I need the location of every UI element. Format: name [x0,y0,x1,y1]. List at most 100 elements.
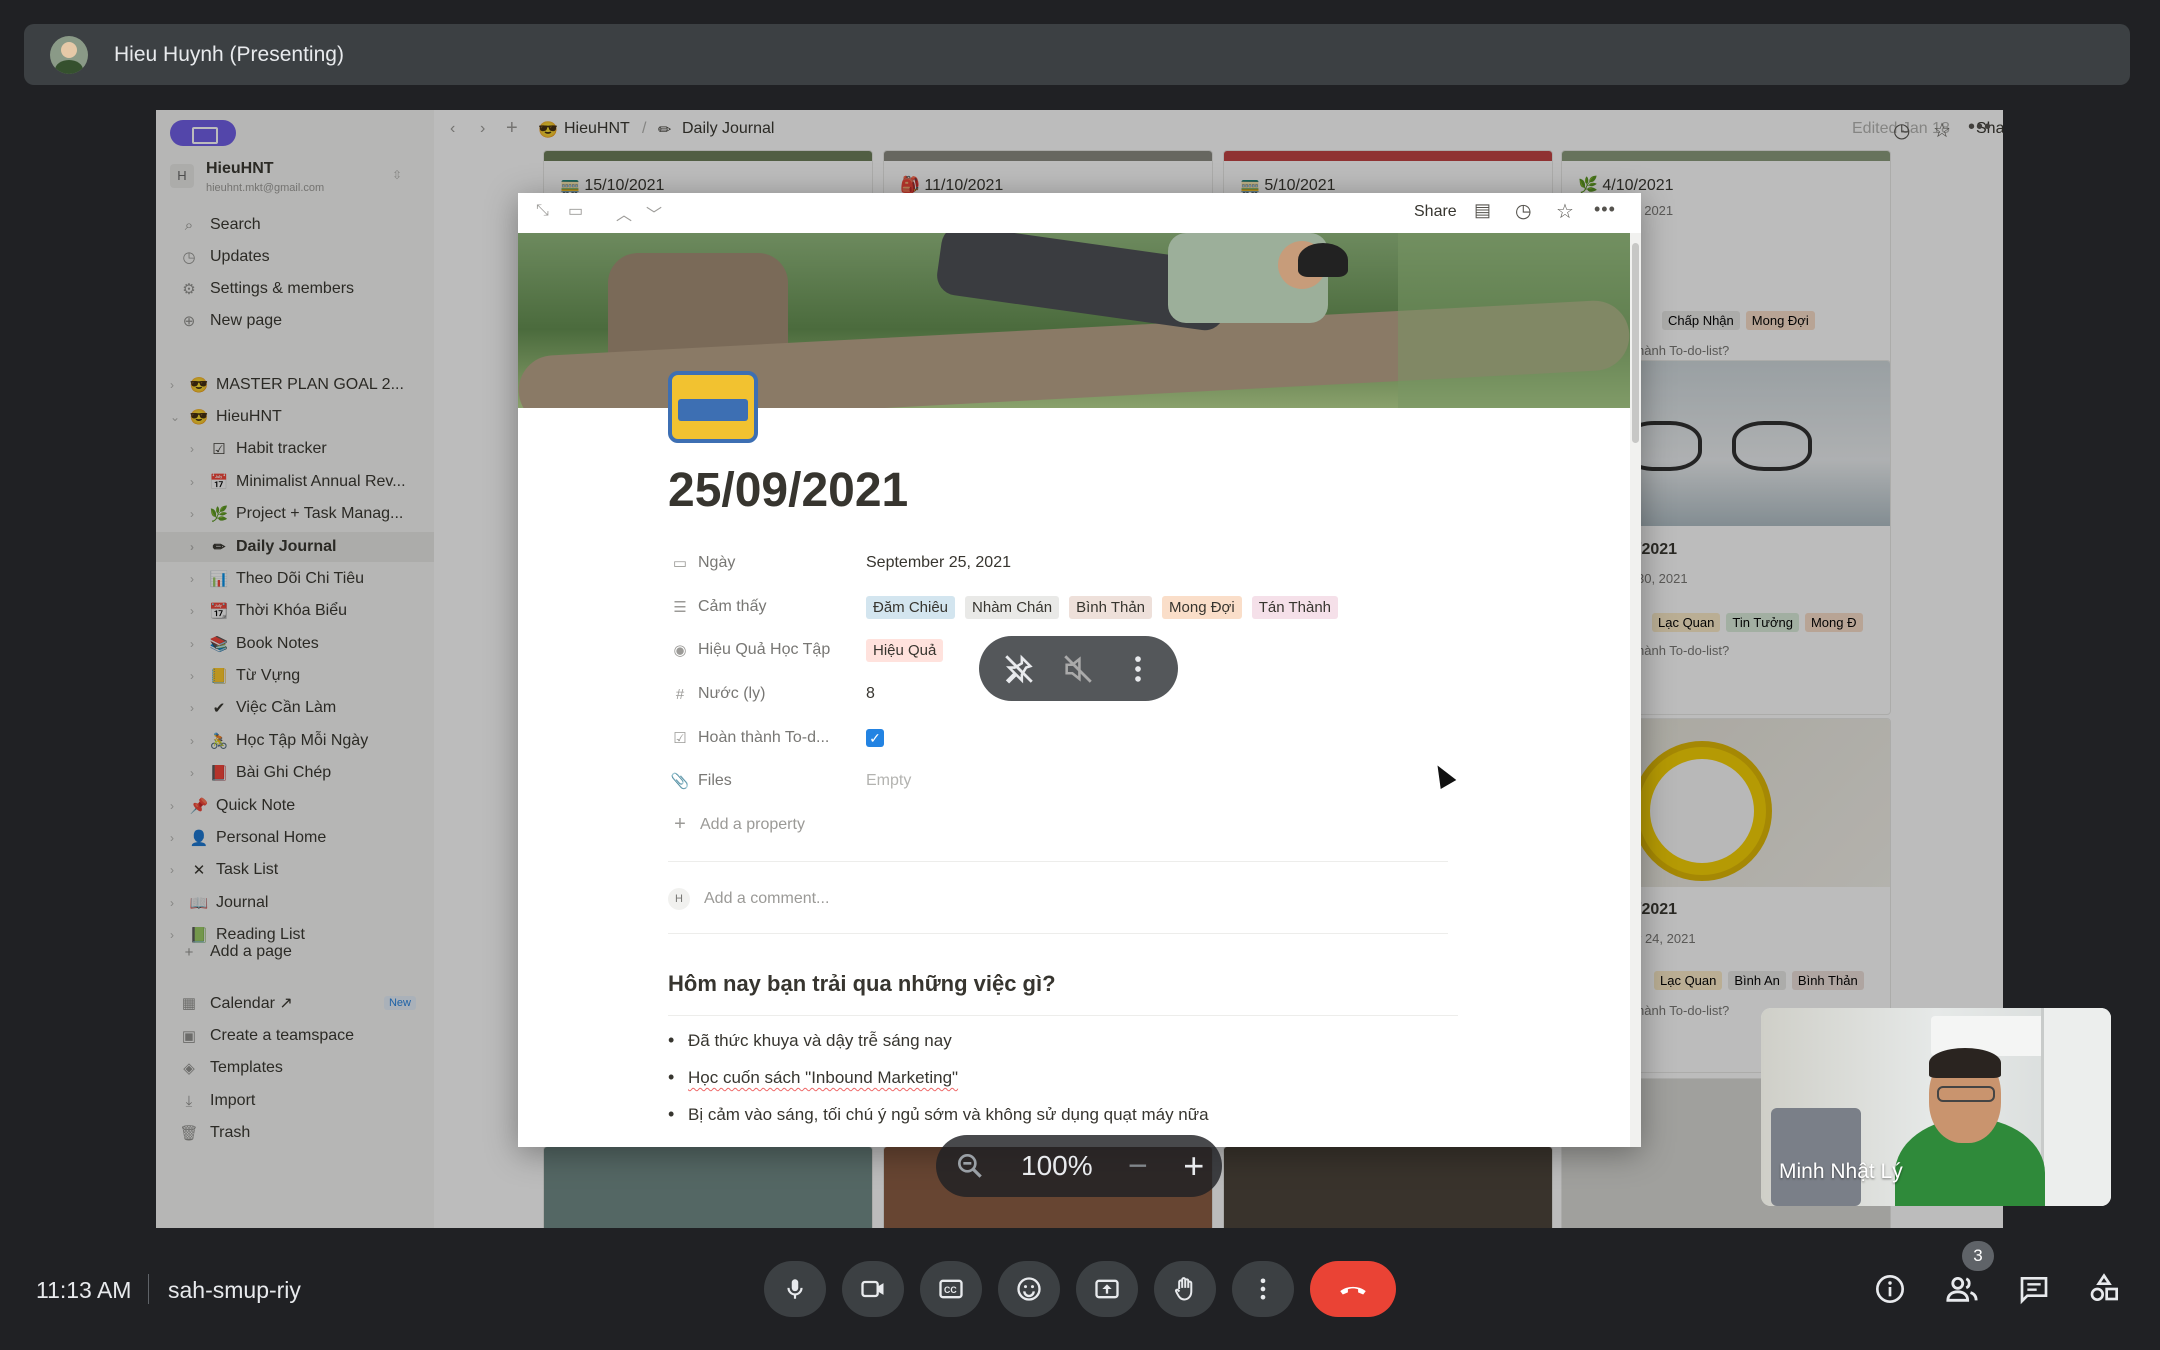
property-value-cell[interactable]: Đăm Chiêu Nhàm Chán Bình Thản Mong Đợi Tán T… [866,595,1348,619]
zoom-out-magnifier-icon[interactable] [954,1150,986,1182]
side-peek-icon[interactable]: ▭ [568,201,583,221]
camera-button[interactable] [842,1261,904,1317]
bullet-item[interactable]: Đã thức khuya và dậy trễ sáng nay [668,1030,952,1051]
sidebar-bottom-item[interactable]: ▦ Calendar ↗ New [156,988,434,1018]
page-icon-tram[interactable] [668,371,758,443]
sidebar-bottom-item[interactable]: ◈ Templates [156,1053,434,1083]
sidebar-page-item[interactable]: › 😎 MASTER PLAN GOAL 2... [156,370,434,400]
add-property-button[interactable]: + Add a property [668,813,805,836]
plus-icon[interactable]: + [506,117,518,140]
star-icon[interactable]: ☆ [1933,118,1951,143]
property-tag[interactable]: Nhàm Chán [965,595,1060,619]
property-tag[interactable]: Hiệu Quả [866,638,944,662]
present-button[interactable] [1076,1261,1138,1317]
chevron-right-icon[interactable]: › [190,540,204,554]
star-icon[interactable]: ☆ [1556,199,1574,224]
comment-icon[interactable]: ▤ [1474,200,1491,221]
page-title[interactable]: 25/09/2021 [668,463,908,518]
chevron-right-icon[interactable]: › [190,766,204,780]
sidebar-page-item[interactable]: › 📌 Quick Note [156,791,434,821]
property-name[interactable]: ☰ Cảm thấy [668,598,866,616]
chevron-right-icon[interactable]: › [190,701,204,715]
people-button[interactable] [1938,1265,1986,1313]
breadcrumb-workspace[interactable]: HieuHNT [564,120,630,138]
sidebar-page-item[interactable]: › 📕 Bài Ghi Chép [156,758,434,788]
more-options-icon[interactable]: ••• [1968,116,1992,139]
chevron-right-icon[interactable]: › [170,799,184,813]
workspace-switch-icon[interactable]: ⇳ [392,168,402,182]
activities-button[interactable] [2082,1265,2126,1313]
modal-scrollbar[interactable] [1630,233,1641,1147]
unpin-icon[interactable] [1002,652,1036,686]
sidebar-updates[interactable]: ◷ Updates [156,242,434,272]
end-call-button[interactable] [1310,1261,1396,1317]
sidebar-page-item[interactable]: ⌄ 😎 HieuHNT [156,402,434,432]
property-value-cell[interactable]: ✓ [866,728,884,748]
chevron-right-icon[interactable]: › [170,378,184,392]
expand-icon[interactable]: ⤡ [536,202,549,220]
property-tag[interactable]: Bình Thản [1069,595,1153,619]
sidebar-page-item[interactable]: › 📊 Theo Dõi Chi Tiêu [156,564,434,594]
sidebar-page-item[interactable]: › ✔ Việc Cần Làm [156,693,434,723]
section-heading[interactable]: Hôm nay bạn trải qua những việc gì? [668,971,1056,997]
chevron-right-icon[interactable]: › [190,637,204,651]
chevron-right-icon[interactable]: › [170,863,184,877]
sidebar-bottom-item[interactable]: ⤓ Import [156,1086,434,1116]
gallery-card[interactable] [543,1146,873,1228]
property-value-cell[interactable]: 8 [866,685,875,703]
sidebar-page-item[interactable]: › 🌿 Project + Task Manag... [156,499,434,529]
property-value-cell[interactable]: Hiệu Quả [866,638,953,662]
chevron-right-icon[interactable]: › [190,604,204,618]
captions-button[interactable]: CC [920,1261,982,1317]
sidebar-page-item[interactable]: › ✏ Daily Journal [156,532,434,562]
sidebar-add-page[interactable]: + Add a page [156,937,434,967]
bullet-item[interactable]: Học cuốn sách "Inbound Marketing" [668,1067,958,1088]
chevron-right-icon[interactable]: › [190,507,204,521]
property-value[interactable]: September 25, 2021 [866,554,1011,571]
chevron-right-icon[interactable]: › [190,442,204,456]
sidebar-page-item[interactable]: › 🚴 Học Tập Mỗi Ngày [156,726,434,756]
scrollbar-thumb[interactable] [1632,243,1639,443]
sidebar-page-item[interactable]: › 📚 Book Notes [156,629,434,659]
property-value[interactable]: 8 [866,685,875,702]
zoom-out-button[interactable]: − [1128,1147,1148,1186]
history-icon[interactable]: ◷ [1515,200,1532,223]
sidebar-page-item[interactable]: › 📖 Journal [156,888,434,918]
reactions-button[interactable] [998,1261,1060,1317]
property-tag[interactable]: Đăm Chiêu [866,595,956,619]
chevron-up-icon[interactable]: ︿ [616,201,632,225]
zoom-in-button[interactable]: + [1183,1145,1204,1187]
sidebar-new-page[interactable]: ⊕ New page [156,306,434,336]
sidebar-search[interactable]: ⌕ Search [156,210,434,240]
more-options-icon[interactable]: ••• [1594,199,1616,220]
history-icon[interactable]: ◷ [1893,118,1910,143]
property-tag[interactable]: Mong Đợi [1162,595,1242,619]
property-value[interactable]: Empty [866,772,911,789]
chevron-right-icon[interactable]: › [190,572,204,586]
breadcrumb-page[interactable]: Daily Journal [682,120,774,138]
participant-tile[interactable]: Minh Nhật Lý [1761,1008,2111,1206]
meeting-info-button[interactable] [1866,1265,1914,1313]
property-name[interactable]: ☑ Hoàn thành To-d... [668,729,866,747]
sidebar-settings[interactable]: ⚙ Settings & members [156,274,434,304]
checkbox[interactable]: ✓ [866,728,884,747]
chevron-right-icon[interactable]: › [170,831,184,845]
raise-hand-button[interactable] [1154,1261,1216,1317]
sidebar-bottom-item[interactable]: ▣ Create a teamspace [156,1021,434,1051]
sidebar-page-item[interactable]: › 📅 Minimalist Annual Rev... [156,467,434,497]
property-name[interactable]: ▭ Ngày [668,554,866,572]
chevron-down-icon[interactable]: ﹀ [646,201,662,225]
chat-button[interactable] [2010,1265,2058,1313]
mute-speaker-icon[interactable] [1061,652,1095,686]
chevron-down-icon[interactable]: ⌄ [170,410,184,424]
microphone-button[interactable] [764,1261,826,1317]
chevron-right-icon[interactable]: › [190,669,204,683]
property-tag[interactable]: Tán Thành [1251,595,1339,619]
chevron-right-icon[interactable]: › [190,734,204,748]
gallery-card[interactable] [1223,1146,1553,1228]
sidebar-page-item[interactable]: › ✕ Task List [156,855,434,885]
more-vert-icon[interactable] [1121,652,1155,686]
property-name[interactable]: # Nước (ly) [668,685,866,703]
modal-share-button[interactable]: Share [1414,203,1457,221]
bullet-item[interactable]: Bị cảm vào sáng, tối chú ý ngủ sớm và kh… [668,1104,1209,1125]
